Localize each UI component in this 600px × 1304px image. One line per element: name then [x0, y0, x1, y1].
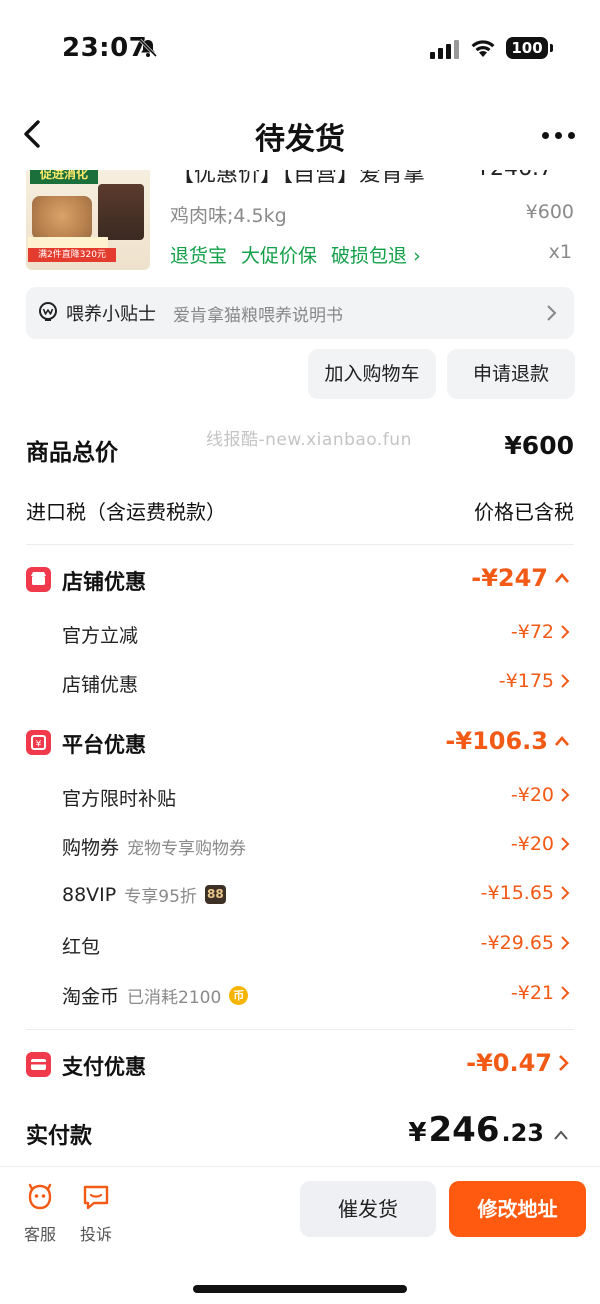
bell-off-icon	[138, 38, 158, 58]
import-tax-label: 进口税（含运费税款）	[26, 500, 226, 524]
product-image-promo: 满2件直降320元	[28, 248, 116, 262]
chevron-right-icon	[561, 936, 570, 950]
divider	[26, 1029, 574, 1030]
payment-discount-label: 支付优惠	[62, 1055, 146, 1079]
tip-label: 喂养小贴士	[66, 304, 156, 325]
payment-discount-row[interactable]: -¥0.47	[466, 1049, 570, 1077]
chevron-up-icon	[554, 1130, 568, 1140]
payment-icon	[26, 1052, 51, 1077]
customer-service-label: 客服	[23, 1225, 56, 1244]
divider	[26, 544, 574, 545]
service-return: 退货宝	[170, 245, 228, 267]
bottom-action-bar: 客服 投诉 催发货 修改地址	[0, 1166, 600, 1304]
sub-discount-row[interactable]: -¥21	[511, 982, 570, 1004]
sub-discount-note: 宠物专享购物券	[127, 839, 247, 859]
sub-discount-label: 店铺优惠	[62, 674, 139, 696]
product-image[interactable]: 促进消化 满2件直降320元	[26, 170, 150, 270]
payment-discount-value: -¥0.47	[466, 1049, 552, 1077]
service-damage-return: 破损包退 ›	[331, 245, 421, 267]
status-time: 23:07	[62, 33, 148, 63]
page-title: 待发货	[255, 122, 345, 157]
vip-88-badge: 88	[204, 885, 226, 904]
sub-discount-row[interactable]: -¥15.65	[481, 882, 570, 904]
sub-discount-row[interactable]: -¥29.65	[481, 932, 570, 954]
sub-discount-row[interactable]: -¥72	[511, 621, 570, 643]
sub-discount-note: 专享95折	[124, 887, 197, 907]
service-tags[interactable]: 退货宝 大促价保 破损包退 ›	[170, 241, 421, 268]
sub-discount-label: 红包	[62, 936, 101, 958]
gold-coin-icon: 币	[229, 986, 249, 1005]
chevron-up-icon	[555, 736, 569, 746]
platform-icon: ¥	[26, 730, 51, 755]
service-price-protect: 大促价保	[241, 245, 318, 267]
sub-discount-label: 官方限时补贴	[62, 788, 177, 810]
platform-discount-toggle[interactable]: -¥106.3	[445, 727, 570, 755]
tip-icon	[39, 302, 57, 321]
home-indicator	[193, 1285, 407, 1293]
product-title-price: ¥246.7	[476, 170, 553, 181]
urge-shipping-button[interactable]: 催发货	[300, 1181, 436, 1237]
total-price-label: 商品总价	[26, 440, 118, 466]
paid-amount-label: 实付款	[26, 1124, 93, 1149]
customer-service-button[interactable]: 客服	[18, 1181, 62, 1245]
watermark: 线报酷-new.xianbao.fun	[206, 430, 412, 450]
change-address-button[interactable]: 修改地址	[449, 1181, 586, 1237]
more-icon[interactable]	[542, 132, 575, 139]
cellular-signal-icon	[430, 40, 459, 59]
chevron-right-icon	[547, 305, 557, 321]
store-icon	[26, 567, 51, 592]
import-tax-value: 价格已含税	[474, 500, 574, 524]
platform-discount-value: -¥106.3	[445, 727, 548, 755]
sub-discount-label: 88VIP 专享95折 88	[62, 882, 226, 907]
product-card[interactable]: 促进消化 满2件直降320元 【优惠价】【自营】爱肯拿 ¥246.7 鸡肉味;4…	[0, 170, 600, 275]
product-image-banner: 促进消化	[30, 170, 98, 184]
wifi-icon	[471, 40, 495, 57]
chevron-right-icon	[559, 1055, 569, 1071]
cat-photo	[32, 196, 92, 240]
feeding-tip-bar[interactable]: 喂养小贴士 爱肯拿猫粮喂养说明书	[26, 287, 574, 339]
sub-discount-row[interactable]: -¥20	[511, 833, 570, 855]
battery-indicator: 100	[506, 37, 553, 59]
sub-discount-label: 购物券 宠物专享购物券	[62, 833, 246, 860]
product-price: ¥600	[525, 201, 574, 223]
tip-description: 爱肯拿猫粮喂养说明书	[173, 306, 343, 326]
paid-amount[interactable]: ¥ 246 .23	[408, 1110, 570, 1150]
store-discount-label: 店铺优惠	[62, 570, 146, 594]
product-title[interactable]: 【优惠价】【自营】爱肯拿	[172, 170, 425, 188]
sub-discount-row[interactable]: -¥20	[511, 784, 570, 806]
sub-discount-label: 官方立减	[62, 625, 139, 647]
chevron-right-icon	[561, 674, 570, 688]
store-discount-toggle[interactable]: -¥247	[471, 564, 570, 592]
food-bag-photo	[98, 184, 144, 240]
svg-text:¥: ¥	[36, 740, 42, 750]
chevron-right-icon	[561, 837, 570, 851]
status-bar: 23:07 100	[0, 0, 600, 96]
promo-top-strip	[28, 237, 108, 248]
chevron-right-icon	[561, 986, 570, 1000]
navigation-bar: 待发货	[0, 96, 600, 176]
total-price-value: ¥600	[504, 431, 574, 460]
add-to-cart-button[interactable]: 加入购物车	[308, 349, 436, 399]
refund-button[interactable]: 申请退款	[447, 349, 575, 399]
complain-button[interactable]: 投诉	[74, 1181, 118, 1245]
sub-discount-label: 淘金币 已消耗2100 币	[62, 982, 249, 1009]
chevron-right-icon	[561, 886, 570, 900]
customer-service-icon	[28, 1183, 52, 1210]
product-quantity: x1	[548, 241, 572, 263]
complain-icon	[83, 1185, 109, 1210]
complain-label: 投诉	[79, 1225, 112, 1244]
chevron-right-icon	[561, 625, 570, 639]
platform-discount-label: 平台优惠	[62, 733, 146, 757]
chevron-right-icon	[561, 788, 570, 802]
chevron-up-icon	[555, 573, 569, 583]
sub-discount-row[interactable]: -¥175	[499, 670, 570, 692]
sub-discount-note: 已消耗2100	[127, 988, 222, 1008]
product-variant: 鸡肉味;4.5kg	[170, 205, 287, 227]
store-discount-value: -¥247	[471, 564, 548, 592]
